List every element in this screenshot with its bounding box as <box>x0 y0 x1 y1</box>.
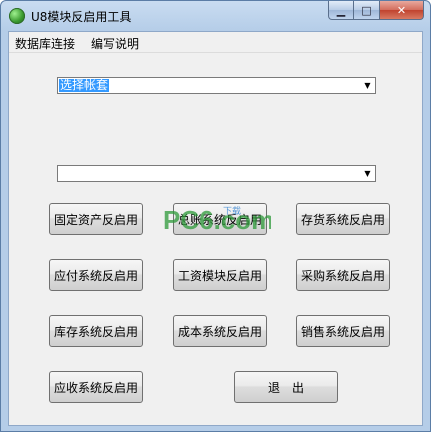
close-button[interactable]: ✕ <box>380 1 424 20</box>
fixed-assets-reenable-button[interactable]: 固定资产反启用 <box>49 203 143 235</box>
maximize-icon: □ <box>361 3 372 17</box>
window-title: U8模块反启用工具 <box>31 10 132 24</box>
second-select-value <box>59 167 61 180</box>
chevron-down-icon[interactable]: ▼ <box>361 79 374 92</box>
client-area: 数据库连接 编写说明 选择帐套 ▼ ▼ 固定资产反启用 总账系统反启用 存货系统… <box>8 31 423 426</box>
caption-buttons: ▁ □ ✕ <box>328 1 424 21</box>
app-globe-icon <box>9 8 25 24</box>
chevron-down-icon[interactable]: ▼ <box>361 167 374 180</box>
minimize-icon: ▁ <box>336 3 346 17</box>
account-select[interactable]: 选择帐套 ▼ <box>57 77 376 94</box>
second-select[interactable]: ▼ <box>57 165 376 182</box>
menu-database-connect[interactable]: 数据库连接 <box>15 35 75 52</box>
purchase-reenable-button[interactable]: 采购系统反启用 <box>296 259 390 291</box>
exit-button[interactable]: 退 出 <box>234 371 338 403</box>
menu-readme[interactable]: 编写说明 <box>91 35 139 52</box>
payable-reenable-button[interactable]: 应付系统反启用 <box>49 259 143 291</box>
inventory-goods-reenable-button[interactable]: 存货系统反启用 <box>296 203 390 235</box>
minimize-button[interactable]: ▁ <box>328 1 354 20</box>
general-ledger-reenable-button[interactable]: 总账系统反启用 <box>173 203 267 235</box>
sales-reenable-button[interactable]: 销售系统反启用 <box>296 315 390 347</box>
receivable-reenable-button[interactable]: 应收系统反启用 <box>49 371 143 403</box>
title-bar[interactable]: U8模块反启用工具 ▁ □ ✕ <box>1 1 430 31</box>
cost-reenable-button[interactable]: 成本系统反启用 <box>173 315 267 347</box>
close-icon: ✕ <box>396 3 407 17</box>
account-select-value: 选择帐套 <box>59 78 110 92</box>
app-window: U8模块反启用工具 ▁ □ ✕ 数据库连接 编写说明 选择帐套 ▼ ▼ 固定资产… <box>0 0 431 432</box>
payroll-reenable-button[interactable]: 工资模块反启用 <box>173 259 267 291</box>
maximize-button[interactable]: □ <box>354 1 380 20</box>
stock-reenable-button[interactable]: 库存系统反启用 <box>49 315 143 347</box>
menu-bar: 数据库连接 编写说明 <box>9 32 422 53</box>
